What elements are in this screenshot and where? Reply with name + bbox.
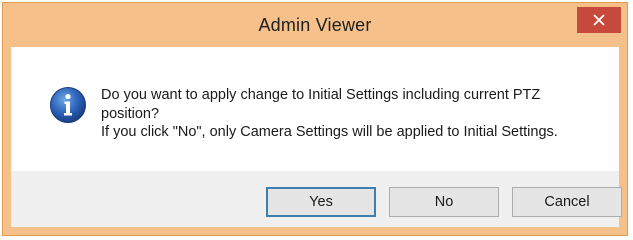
close-icon — [593, 14, 605, 26]
yes-button[interactable]: Yes — [266, 187, 376, 217]
message-line: position? — [101, 105, 160, 122]
dialog-window: Admin Viewer Do you want to apply change… — [2, 2, 628, 236]
info-icon — [50, 87, 86, 123]
title-bar[interactable]: Admin Viewer — [3, 3, 627, 47]
dialog-message: Do you want to apply change to Initial S… — [101, 86, 611, 142]
dialog-body: Do you want to apply change to Initial S… — [11, 47, 622, 227]
no-button[interactable]: No — [389, 187, 499, 217]
cancel-button[interactable]: Cancel — [512, 187, 622, 217]
close-button[interactable] — [577, 7, 621, 33]
dialog-title: Admin Viewer — [258, 15, 372, 35]
message-line: Do you want to apply change to Initial S… — [101, 87, 541, 103]
message-line: If you click "No", only Camera Settings … — [101, 124, 558, 140]
button-area: Yes No Cancel — [11, 171, 622, 227]
message-area: Do you want to apply change to Initial S… — [11, 47, 619, 171]
